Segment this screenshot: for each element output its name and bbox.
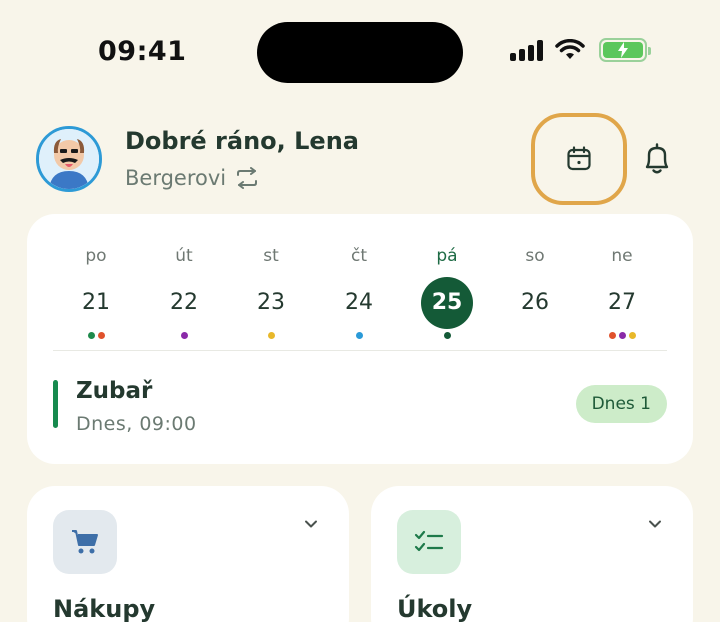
day-number: 26	[521, 290, 549, 315]
event-dots	[154, 332, 214, 339]
day-number: 23	[257, 290, 285, 315]
event-color-bar	[53, 380, 58, 428]
event-dots	[417, 332, 477, 339]
event-dot	[87, 332, 95, 339]
event-dots	[66, 332, 126, 339]
divider	[53, 350, 667, 351]
day-name: út	[175, 246, 193, 266]
day-number: 21	[82, 290, 110, 315]
event-dot	[608, 332, 616, 339]
event-dots	[592, 332, 652, 339]
day-pá[interactable]: pá 25	[417, 246, 477, 339]
day-út[interactable]: út 22	[154, 246, 214, 339]
event-badge: Dnes 1	[575, 385, 667, 423]
event-dot	[180, 332, 188, 339]
event-dots	[241, 332, 301, 339]
day-number: 25	[421, 277, 473, 329]
day-so[interactable]: so 26	[505, 246, 565, 332]
event-dot	[355, 332, 363, 339]
day-name: ne	[611, 246, 633, 266]
day-name: po	[85, 246, 107, 266]
event-dot	[618, 332, 626, 339]
day-čt[interactable]: čt 24	[329, 246, 389, 339]
tasks-title: Úkoly	[397, 595, 473, 622]
calendar-icon	[567, 146, 591, 171]
dynamic-island	[257, 22, 463, 83]
chevron-down-icon[interactable]	[647, 518, 663, 530]
day-name: pá	[436, 246, 458, 266]
chevron-down-icon[interactable]	[303, 518, 319, 530]
tasks-icon-box	[397, 510, 461, 574]
event-dots	[329, 332, 389, 339]
greeting-text: Dobré ráno, Lena	[125, 127, 359, 155]
family-name: Bergerovi	[125, 166, 227, 190]
swap-icon	[237, 167, 258, 189]
day-number: 27	[608, 290, 636, 315]
event-dot	[628, 332, 636, 339]
signal-icon	[510, 39, 543, 61]
shopping-title: Nákupy	[53, 595, 156, 622]
day-st[interactable]: st 23	[241, 246, 301, 339]
wifi-icon	[555, 39, 585, 59]
event-dot	[443, 332, 451, 339]
checklist-icon	[414, 530, 444, 552]
event-dot	[97, 332, 105, 339]
cart-icon	[72, 530, 98, 554]
day-ne[interactable]: ne 27	[592, 246, 652, 339]
notifications-button[interactable]	[641, 142, 673, 180]
avatar[interactable]	[36, 126, 102, 192]
shopping-tile[interactable]: Nákupy	[27, 486, 349, 622]
day-po[interactable]: po 21	[66, 246, 126, 339]
status-icons	[510, 38, 651, 62]
family-switcher[interactable]: Bergerovi	[125, 166, 259, 190]
event-dot	[267, 332, 275, 339]
battery-icon	[599, 38, 651, 62]
avatar-illustration	[39, 129, 99, 189]
tasks-tile[interactable]: Úkoly	[371, 486, 693, 622]
event-title: Zubař	[76, 378, 153, 404]
event-time: Dnes, 09:00	[76, 413, 197, 435]
bell-icon	[645, 143, 669, 174]
day-name: čt	[350, 246, 367, 266]
day-number: 22	[170, 290, 198, 315]
week-card: po 21 út 22 st 23 čt 24 pá 25 so 26 ne 27 Zubař Dnes,…	[27, 214, 693, 464]
day-name: st	[263, 246, 279, 266]
status-time: 09:41	[98, 36, 187, 67]
calendar-button[interactable]	[531, 113, 627, 205]
day-number: 24	[345, 290, 373, 315]
day-name: so	[525, 246, 545, 266]
shopping-icon-box	[53, 510, 117, 574]
